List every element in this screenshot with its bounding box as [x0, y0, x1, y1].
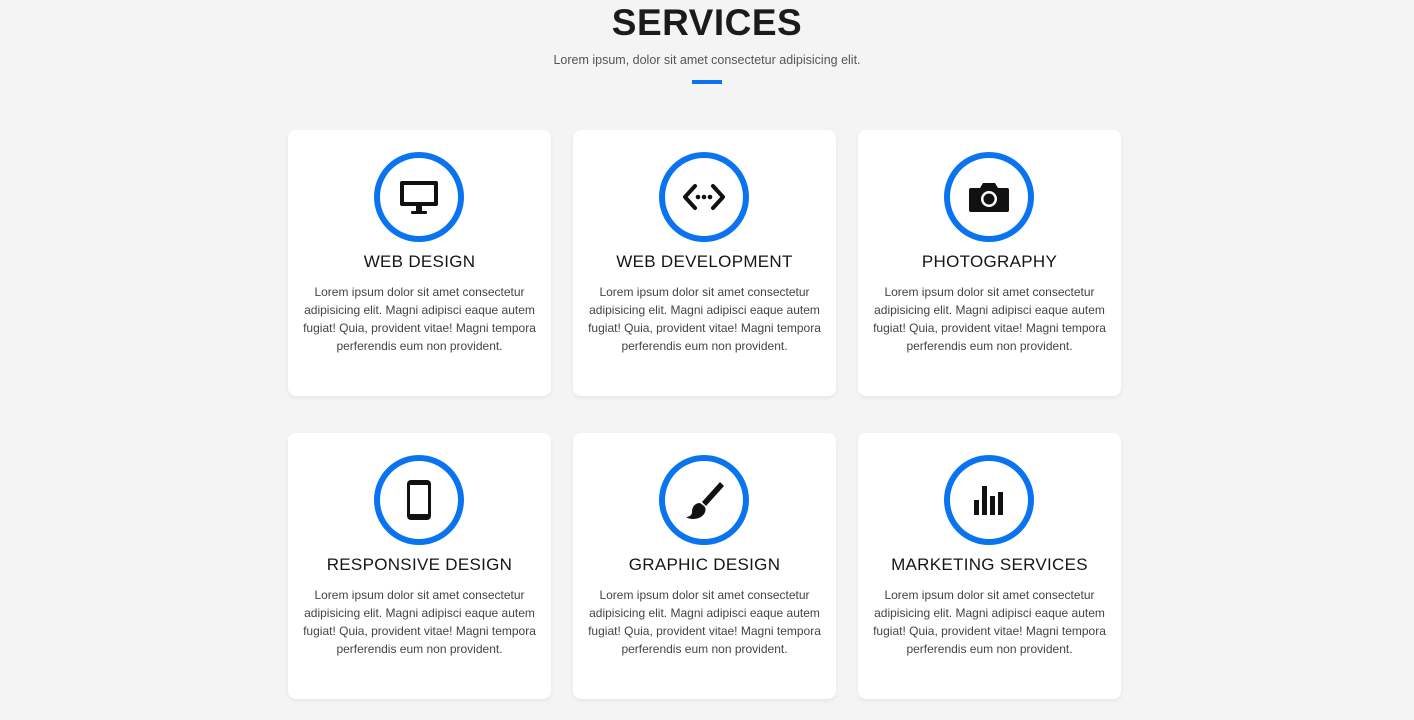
icon-ring	[374, 455, 464, 545]
service-title: RESPONSIVE DESIGN	[326, 555, 513, 574]
service-card-web-design: WEB DESIGN Lorem ipsum dolor sit amet co…	[288, 130, 551, 396]
icon-ring	[944, 152, 1034, 242]
paintbrush-icon	[682, 478, 726, 522]
service-description: Lorem ipsum dolor sit amet consectetur a…	[303, 285, 536, 353]
service-title: WEB DESIGN	[363, 252, 476, 271]
service-description: Lorem ipsum dolor sit amet consectetur a…	[873, 588, 1106, 656]
service-title: WEB DEVELOPMENT	[616, 252, 793, 271]
services-grid: WEB DESIGN Lorem ipsum dolor sit amet co…	[288, 130, 1122, 699]
icon-ring	[944, 455, 1034, 545]
service-description: Lorem ipsum dolor sit amet consectetur a…	[873, 285, 1106, 353]
service-description: Lorem ipsum dolor sit amet consectetur a…	[588, 285, 821, 353]
mobile-icon	[397, 478, 441, 522]
section-header: SERVICES Lorem ipsum, dolor sit amet con…	[0, 0, 1414, 84]
service-card-responsive-design: RESPONSIVE DESIGN Lorem ipsum dolor sit …	[288, 433, 551, 699]
service-card-graphic-design: GRAPHIC DESIGN Lorem ipsum dolor sit ame…	[573, 433, 836, 699]
monitor-icon	[397, 175, 441, 219]
services-page: SERVICES Lorem ipsum, dolor sit amet con…	[0, 0, 1414, 720]
service-description: Lorem ipsum dolor sit amet consectetur a…	[303, 588, 536, 656]
bar-chart-icon	[967, 478, 1011, 522]
camera-icon	[967, 175, 1011, 219]
service-card-photography: PHOTOGRAPHY Lorem ipsum dolor sit amet c…	[858, 130, 1121, 396]
code-icon	[682, 175, 726, 219]
section-title: SERVICES	[611, 2, 803, 43]
icon-ring	[374, 152, 464, 242]
section-subtitle: Lorem ipsum, dolor sit amet consectetur …	[553, 53, 861, 67]
service-card-web-development: WEB DEVELOPMENT Lorem ipsum dolor sit am…	[573, 130, 836, 396]
title-underline	[692, 80, 722, 84]
service-title: PHOTOGRAPHY	[921, 252, 1058, 271]
service-card-marketing-services: MARKETING SERVICES Lorem ipsum dolor sit…	[858, 433, 1121, 699]
service-title: MARKETING SERVICES	[891, 555, 1088, 574]
icon-ring	[659, 455, 749, 545]
service-description: Lorem ipsum dolor sit amet consectetur a…	[588, 588, 821, 656]
icon-ring	[659, 152, 749, 242]
service-title: GRAPHIC DESIGN	[628, 555, 781, 574]
